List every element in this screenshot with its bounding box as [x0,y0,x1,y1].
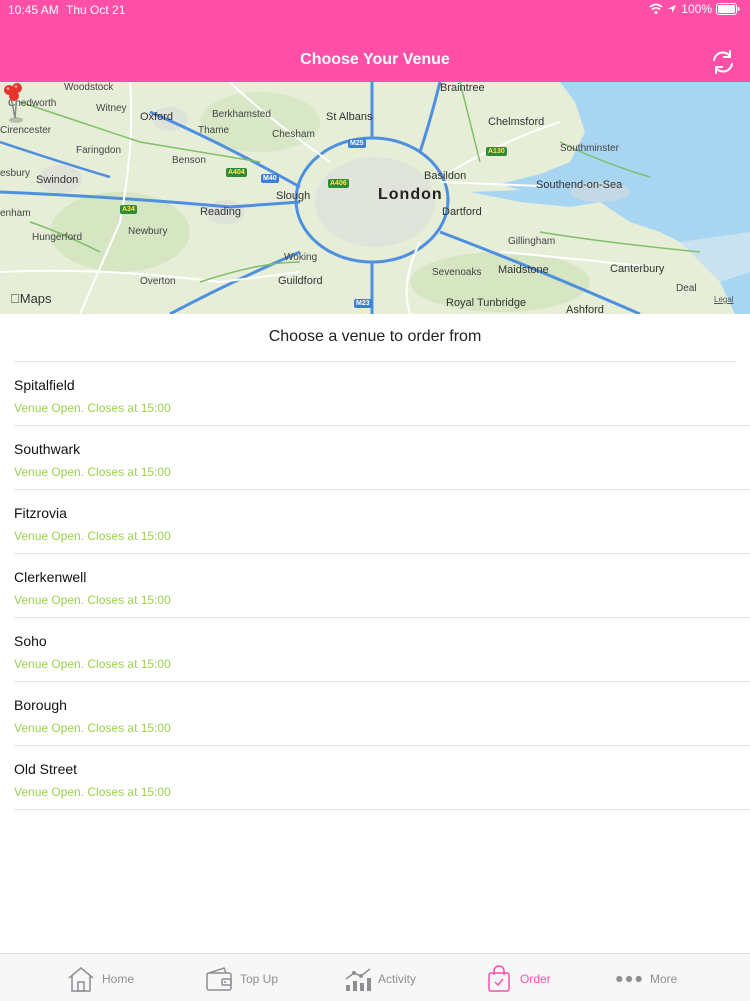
battery-percent: 100% [681,2,712,16]
apple-logo-icon:  [10,291,20,306]
map-label-maidstone: Maidstone [498,264,549,276]
map-label-dartford: Dartford [442,206,482,218]
tab-activity[interactable]: Activity [342,964,416,994]
nav-header: Choose Your Venue [0,20,750,82]
road-shield-m25: M25 [348,139,366,148]
venue-list: Spitalfield Venue Open. Closes at 15:00 … [0,362,750,810]
status-date: Thu Oct 21 [66,3,126,17]
road-shield-a130: A130 [486,147,507,156]
road-shield-m23: M23 [354,299,372,308]
map-label-ashford: Ashford [566,304,604,314]
map-label-faringdon: Faringdon [76,145,122,156]
map-label-thame: Thame [198,125,230,136]
venue-name: Southwark [14,441,81,457]
tab-more[interactable]: More [614,964,677,994]
map-label-oxford: Oxford [140,111,174,123]
tab-top-up-label: Top Up [240,972,279,986]
map-label-southend-on-sea: Southend-on-Sea [536,179,623,191]
venue-map[interactable]: Woodstock Chedworth Witney Oxford Berkha… [0,82,750,314]
page-title: Choose Your Venue [300,51,450,68]
status-bar: 10:45 AM Thu Oct 21 100% [0,0,750,20]
venue-list-title: Choose a venue to order from [268,328,482,345]
refresh-icon[interactable] [708,47,738,77]
venue-row-soho[interactable]: Soho Venue Open. Closes at 15:00 [14,618,750,682]
shopping-bag-icon [484,965,514,993]
venue-row-fitzrovia[interactable]: Fitzrovia Venue Open. Closes at 15:00 [14,490,750,554]
tab-bar: Home Top Up Activity Order More [0,953,750,1001]
tab-home-label: Home [102,972,135,986]
tab-order-label: Order [520,972,551,986]
map-label-newbury: Newbury [128,226,168,237]
map-label-sevenoaks: Sevenoaks [432,267,482,278]
map-label-braintree: Braintree [440,82,485,94]
map-label-witney: Witney [96,103,127,114]
map-label-canterbury: Canterbury [610,263,665,275]
map-label-st-albans: St Albans [326,111,373,123]
tab-home[interactable]: Home [66,964,134,994]
tab-order[interactable]: Order [484,964,551,994]
venue-pin-icon[interactable] [0,82,30,124]
map-label-hungerford: Hungerford [32,232,83,243]
map-label-benson: Benson [172,155,206,166]
venue-status: Venue Open. Closes at 15:00 [14,657,171,671]
venue-name: Fitzrovia [14,505,67,521]
map-background [0,82,750,314]
wifi-icon [649,3,663,14]
activity-icon [342,965,372,993]
apple-maps-logo: Maps [10,291,52,306]
road-shield-a406: A406 [328,179,349,188]
venue-row-clerkenwell[interactable]: Clerkenwell Venue Open. Closes at 15:00 [14,554,750,618]
tab-activity-label: Activity [378,972,417,986]
map-label-gillingham: Gillingham [508,236,556,247]
map-label-deal: Deal [676,283,697,294]
venue-status: Venue Open. Closes at 15:00 [14,721,171,735]
map-label-london: London [378,186,443,203]
venue-status: Venue Open. Closes at 15:00 [14,401,171,415]
venue-status: Venue Open. Closes at 15:00 [14,785,171,799]
map-label-enham: enham [0,208,31,219]
tab-top-up[interactable]: Top Up [204,964,278,994]
road-shield-m40: M40 [261,174,279,183]
map-legal-link[interactable]: Legal [714,295,734,304]
tab-more-label: More [650,972,678,986]
map-label-woodstock: Woodstock [64,82,114,93]
venue-row-southwark[interactable]: Southwark Venue Open. Closes at 15:00 [14,426,750,490]
map-label-berkhamsted: Berkhamsted [212,109,271,120]
venue-row-old-street[interactable]: Old Street Venue Open. Closes at 15:00 [14,746,750,810]
venue-status: Venue Open. Closes at 15:00 [14,529,171,543]
map-label-slough: Slough [276,190,311,202]
location-arrow-icon [668,5,677,13]
map-label-royal-tunbridge: Royal Tunbridge [446,297,527,309]
venue-status: Venue Open. Closes at 15:00 [14,593,171,607]
venue-row-spitalfield[interactable]: Spitalfield Venue Open. Closes at 15:00 [14,362,750,426]
venue-name: Borough [14,697,67,713]
venue-name: Clerkenwell [14,569,87,585]
map-label-chelmsford: Chelmsford [488,116,545,128]
road-shield-a34: A34 [120,205,137,214]
venue-name: Spitalfield [14,377,75,393]
map-label-guildford: Guildford [278,275,323,287]
status-right: 100% [649,2,740,16]
map-label-cirencester: Cirencester [0,125,52,136]
more-icon [614,965,644,993]
map-label-southminster: Southminster [560,143,619,154]
battery-icon [716,3,740,15]
map-label-reading: Reading [200,206,241,218]
venue-status: Venue Open. Closes at 15:00 [14,465,171,479]
map-label-swindon: Swindon [36,174,79,186]
wallet-icon [204,965,234,993]
home-icon [66,965,96,993]
map-label-overton: Overton [140,276,176,287]
status-time: 10:45 AM [8,3,59,17]
map-label-basildon: Basildon [424,170,467,182]
maps-brand-text: Maps [10,291,52,306]
map-label-chesham: Chesham [272,129,315,140]
venue-name: Old Street [14,761,78,777]
map-label-woking: Woking [284,252,318,263]
venue-row-borough[interactable]: Borough Venue Open. Closes at 15:00 [14,682,750,746]
venue-name: Soho [14,633,47,649]
map-label-esbury: esbury [0,168,31,179]
road-shield-a404: A404 [226,168,247,177]
